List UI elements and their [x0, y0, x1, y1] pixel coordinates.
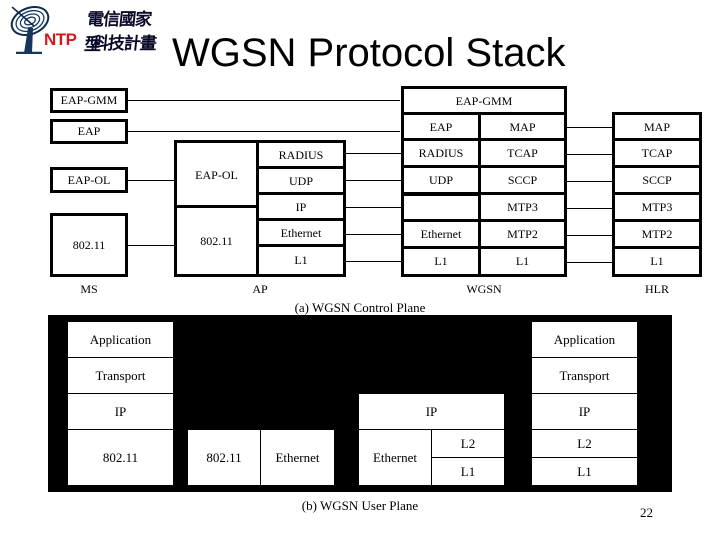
wire-ap-wgsn-ethernet [345, 234, 403, 235]
wire-ms-ap-eapol [128, 180, 176, 181]
ms-layer-eap-ol: EAP-OL [50, 167, 128, 193]
wire-wgsn-hlr-mtp2 [563, 235, 613, 236]
up-wgsn-layer-ip: IP [359, 394, 504, 429]
hlr-layer-map: MAP [615, 115, 699, 139]
ap-layer-ip: IP [259, 195, 343, 219]
wgsn-layer-mtp3: MTP3 [481, 195, 564, 219]
wire-ms-ap-80211 [128, 245, 176, 246]
up-ap-layer-802-11: 802.11 [188, 430, 260, 485]
node-label-wgsn: WGSN [466, 282, 502, 296]
up-server-layer-application: Application [532, 322, 637, 357]
wgsn-layer-l1-right: L1 [481, 249, 564, 274]
logo-acronym: NTP [44, 30, 77, 49]
ap-layer-802-11: 802.11 [177, 208, 256, 274]
ms-layer-802-11: 802.11 [50, 213, 128, 277]
wgsn-layer-tcap: TCAP [481, 141, 564, 165]
logo-chinese-line2: 科技計畫 [90, 34, 157, 54]
wire-ms-wgsn-eap [128, 131, 400, 132]
wire-ms-wgsn-eapgmm [128, 100, 400, 101]
ms-layer-eap-gmm: EAP-GMM [50, 88, 128, 113]
up-server-layer-l2: L2 [532, 430, 637, 457]
control-plane-caption: (a) WGSN Control Plane [294, 300, 426, 315]
wgsn-layer-radius: RADIUS [404, 141, 478, 165]
node-label-ms: MS [80, 282, 98, 296]
hlr-layer-sccp: SCCP [615, 168, 699, 192]
ap-layer-ethernet: Ethernet [259, 221, 343, 245]
wgsn-layer-mtp2: MTP2 [481, 222, 564, 246]
wgsn-layer-eap: EAP [404, 115, 478, 139]
user-plane-diagram: Application Transport IP 802.11 802.11 E… [48, 315, 672, 492]
wgsn-layer-udp: UDP [404, 168, 478, 192]
ap-layer-l1: L1 [259, 247, 343, 274]
wgsn-layer-map: MAP [481, 115, 564, 139]
ap-layer-radius: RADIUS [259, 143, 343, 167]
up-server-layer-l1: L1 [532, 458, 637, 485]
ap-layer-eap-ol: EAP-OL [177, 143, 256, 207]
wgsn-layer-l1: L1 [404, 249, 478, 274]
up-ms-layer-application: Application [68, 322, 173, 357]
up-wgsn-layer-l2: L2 [432, 430, 504, 457]
page-number: 22 [640, 505, 653, 520]
node-label-hlr: HLR [645, 282, 669, 296]
wire-ap-wgsn-ip [345, 207, 403, 208]
wire-wgsn-hlr-l1 [563, 262, 613, 263]
wire-ap-wgsn-udp [345, 180, 403, 181]
up-wgsn-layer-ethernet: Ethernet [359, 430, 431, 485]
wire-wgsn-hlr-tcap [563, 154, 613, 155]
ap-layer-udp: UDP [259, 169, 343, 193]
wgsn-layer-eap-gmm: EAP-GMM [404, 89, 564, 113]
up-server-layer-ip: IP [532, 394, 637, 429]
page-title: WGSN Protocol Stack [172, 31, 566, 75]
hlr-layer-l1: L1 [615, 249, 699, 274]
ms-layer-eap: EAP [50, 119, 128, 144]
wgsn-layer-sccp: SCCP [481, 168, 564, 192]
up-ap-layer-ethernet: Ethernet [261, 430, 334, 485]
up-ms-layer-802-11: 802.11 [68, 430, 173, 485]
up-ms-layer-transport: Transport [68, 358, 173, 393]
up-server-layer-transport: Transport [532, 358, 637, 393]
wgsn-layer-ethernet: Ethernet [404, 222, 478, 246]
up-ms-layer-ip: IP [68, 394, 173, 429]
hlr-layer-mtp2: MTP2 [615, 222, 699, 246]
ntp-program-logo: 電信國家型 NTP 科技計畫 [8, 4, 158, 55]
hlr-layer-mtp3: MTP3 [615, 195, 699, 219]
wire-wgsn-hlr-map [563, 127, 613, 128]
hlr-layer-tcap: TCAP [615, 141, 699, 165]
up-wgsn-layer-l1: L1 [432, 458, 504, 485]
wire-ap-wgsn-radius [345, 153, 403, 154]
wire-wgsn-hlr-sccp [563, 181, 613, 182]
wgsn-layer-blank [404, 196, 478, 219]
node-label-ap: AP [252, 282, 268, 296]
wire-ap-wgsn-l1 [345, 261, 403, 262]
slide-canvas: 電信國家型 NTP 科技計畫 WGSN Protocol Stack EAP-G… [0, 0, 720, 540]
user-plane-caption: (b) WGSN User Plane [301, 498, 419, 513]
wire-wgsn-hlr-mtp3 [563, 208, 613, 209]
